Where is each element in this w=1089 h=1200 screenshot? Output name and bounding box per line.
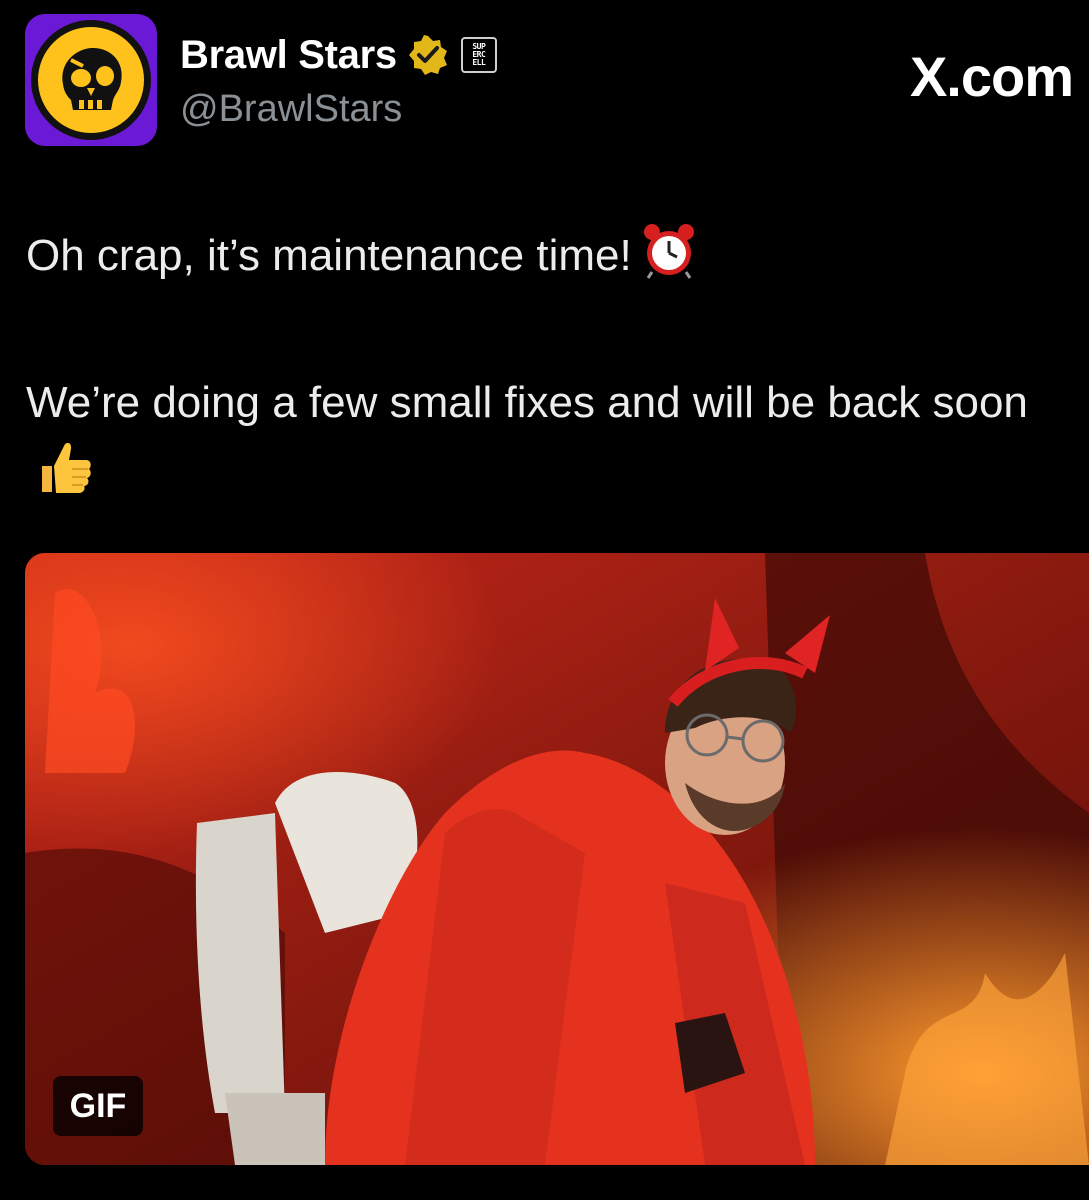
tweet-line-1: Oh crap, it’s maintenance time! <box>26 222 1066 299</box>
tweet-body: Oh crap, it’s maintenance time! We’re do… <box>26 222 1066 515</box>
skull-logo-icon <box>31 20 151 140</box>
avatar[interactable] <box>25 14 157 146</box>
tweet-line-2: We’re doing a few small fixes and will b… <box>26 369 1066 515</box>
gif-badge: GIF <box>53 1076 143 1136</box>
supercell-affiliate-icon[interactable]: SUP ERC ELL <box>460 37 497 73</box>
author-name-row: Brawl Stars SUP ERC ELL <box>180 32 497 78</box>
devil-toilet-gif-image <box>25 553 1089 1165</box>
tweet-header: Brawl Stars SUP ERC ELL @BrawlStars X.com <box>25 14 1089 148</box>
thumbs-up-icon <box>34 436 94 515</box>
display-name[interactable]: Brawl Stars <box>180 33 397 78</box>
site-label: X.com <box>909 45 1074 108</box>
gif-media[interactable]: GIF <box>25 553 1089 1165</box>
author-handle[interactable]: @BrawlStars <box>180 88 402 131</box>
verified-badge-icon <box>407 34 449 76</box>
alarm-clock-icon <box>640 222 698 299</box>
